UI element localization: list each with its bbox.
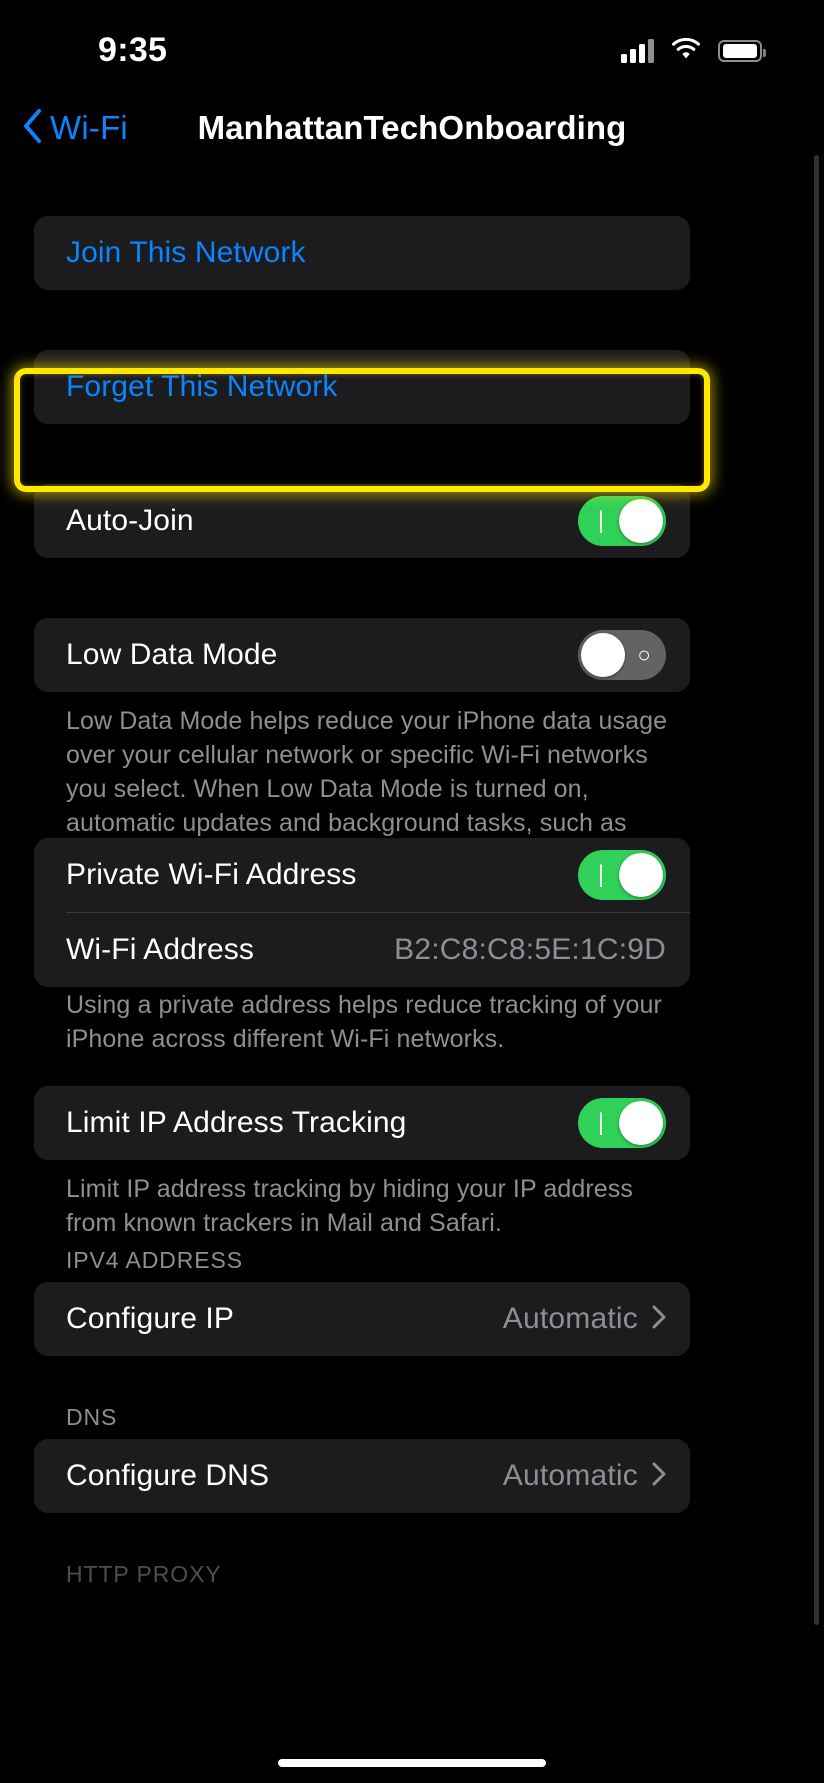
configure-dns-row[interactable]: Configure DNS Automatic	[34, 1439, 690, 1513]
low-data-mode-card: Low Data Mode ○	[34, 618, 690, 692]
ipv4-card: Configure IP Automatic	[34, 1282, 690, 1356]
back-button[interactable]: Wi-Fi	[22, 108, 128, 148]
toggle-on-glyph: |	[597, 1109, 605, 1136]
low-data-mode-row[interactable]: Low Data Mode ○	[34, 618, 690, 692]
navigation-bar: Wi-Fi ManhattanTechOnboarding	[0, 92, 824, 164]
forget-network-card: Forget This Network	[34, 350, 690, 424]
toggle-knob	[619, 1101, 663, 1145]
dns-card: Configure DNS Automatic	[34, 1439, 690, 1513]
auto-join-card: Auto-Join |	[34, 484, 690, 558]
back-button-label: Wi-Fi	[50, 109, 128, 146]
auto-join-toggle[interactable]: |	[578, 496, 666, 546]
status-bar: 9:35	[0, 0, 824, 92]
vertical-scrollbar[interactable]	[814, 155, 819, 1625]
limit-ip-tracking-card: Limit IP Address Tracking |	[34, 1086, 690, 1160]
auto-join-label: Auto-Join	[66, 504, 194, 537]
toggle-knob	[581, 633, 625, 677]
forget-network-button[interactable]: Forget This Network	[34, 350, 690, 424]
private-wifi-address-card: Private Wi-Fi Address | Wi-Fi Address B2…	[34, 838, 690, 987]
toggle-on-glyph: |	[597, 507, 605, 534]
wifi-address-row: Wi-Fi Address B2:C8:C8:5E:1C:9D	[34, 913, 690, 987]
wifi-address-value: B2:C8:C8:5E:1C:9D	[394, 933, 666, 966]
low-data-mode-toggle[interactable]: ○	[578, 630, 666, 680]
http-proxy-section-header: HTTP PROXY	[66, 1561, 222, 1587]
join-network-card: Join This Network	[34, 216, 690, 290]
configure-ip-label: Configure IP	[66, 1302, 234, 1335]
wifi-address-label: Wi-Fi Address	[66, 933, 254, 966]
toggle-on-glyph: |	[597, 861, 605, 888]
chevron-right-icon	[652, 1305, 666, 1334]
configure-ip-row[interactable]: Configure IP Automatic	[34, 1282, 690, 1356]
chevron-right-icon	[652, 1462, 666, 1491]
cellular-signal-icon	[621, 39, 654, 63]
limit-ip-tracking-label: Limit IP Address Tracking	[66, 1106, 407, 1139]
private-wifi-address-row[interactable]: Private Wi-Fi Address |	[34, 838, 690, 912]
configure-dns-value: Automatic	[502, 1459, 638, 1492]
private-wifi-address-label: Private Wi-Fi Address	[66, 858, 357, 891]
forget-network-label: Forget This Network	[66, 370, 338, 403]
private-wifi-address-footnote: Using a private address helps reduce tra…	[66, 991, 662, 1053]
configure-dns-label: Configure DNS	[66, 1459, 270, 1492]
chevron-left-icon	[22, 108, 42, 148]
toggle-knob	[619, 499, 663, 543]
settings-scroll-view[interactable]: Join This Network Forget This Network Au…	[0, 164, 824, 1783]
limit-ip-tracking-footnote: Limit IP address tracking by hiding your…	[66, 1175, 633, 1237]
wifi-icon	[670, 37, 702, 66]
dns-section-header: DNS	[66, 1404, 118, 1430]
home-indicator	[278, 1759, 546, 1767]
toggle-knob	[619, 853, 663, 897]
status-bar-indicators	[621, 37, 766, 66]
ipv4-section-header: IPV4 ADDRESS	[66, 1247, 243, 1273]
low-data-mode-label: Low Data Mode	[66, 638, 278, 671]
limit-ip-tracking-toggle[interactable]: |	[578, 1098, 666, 1148]
battery-icon	[718, 40, 766, 62]
configure-ip-value: Automatic	[502, 1302, 638, 1335]
iphone-screen: 9:35 Wi-Fi ManhattanTechOnboarding Join …	[0, 0, 824, 1783]
join-network-label: Join This Network	[66, 236, 306, 269]
limit-ip-tracking-row[interactable]: Limit IP Address Tracking |	[34, 1086, 690, 1160]
status-bar-time: 9:35	[98, 30, 168, 69]
join-network-button[interactable]: Join This Network	[34, 216, 690, 290]
private-wifi-address-toggle[interactable]: |	[578, 850, 666, 900]
toggle-off-glyph: ○	[637, 642, 651, 667]
auto-join-row[interactable]: Auto-Join |	[34, 484, 690, 558]
